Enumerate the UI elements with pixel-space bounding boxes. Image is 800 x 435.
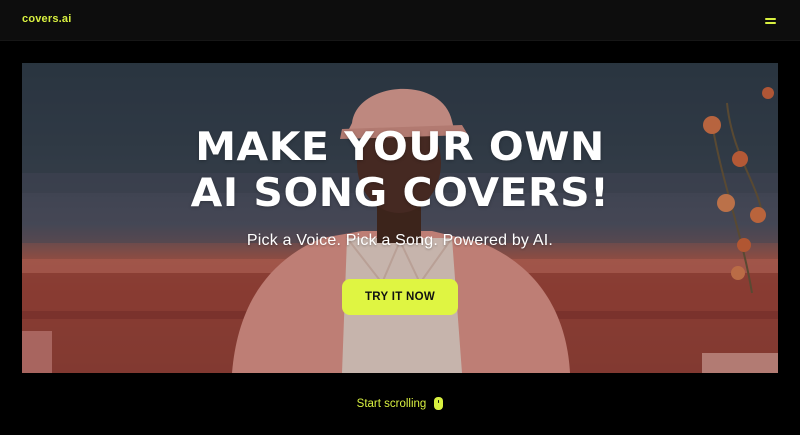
try-it-now-button[interactable]: TRY IT NOW (342, 279, 458, 315)
start-scrolling-hint[interactable]: Start scrolling (0, 397, 800, 410)
hero-headline-line-2: AI SONG COVERS! (190, 171, 610, 216)
logo[interactable]: covers.ai (22, 13, 72, 25)
hero-headline-line-1: MAKE YOUR OWN (195, 125, 605, 170)
menu-icon-bar-bottom (765, 22, 776, 24)
hero-headline: MAKE YOUR OWN AI SONG COVERS! (22, 125, 778, 217)
start-scrolling-label: Start scrolling (356, 397, 427, 410)
mouse-icon (434, 397, 444, 410)
hero-banner: MAKE YOUR OWN AI SONG COVERS! Pick a Voi… (22, 63, 778, 373)
menu-icon-bar-top (765, 18, 776, 20)
menu-icon[interactable] (762, 13, 778, 29)
hero-overlay (22, 63, 778, 373)
hero-tagline: Pick a Voice. Pick a Song. Powered by AI… (246, 232, 554, 249)
navbar: covers.ai (0, 0, 800, 41)
